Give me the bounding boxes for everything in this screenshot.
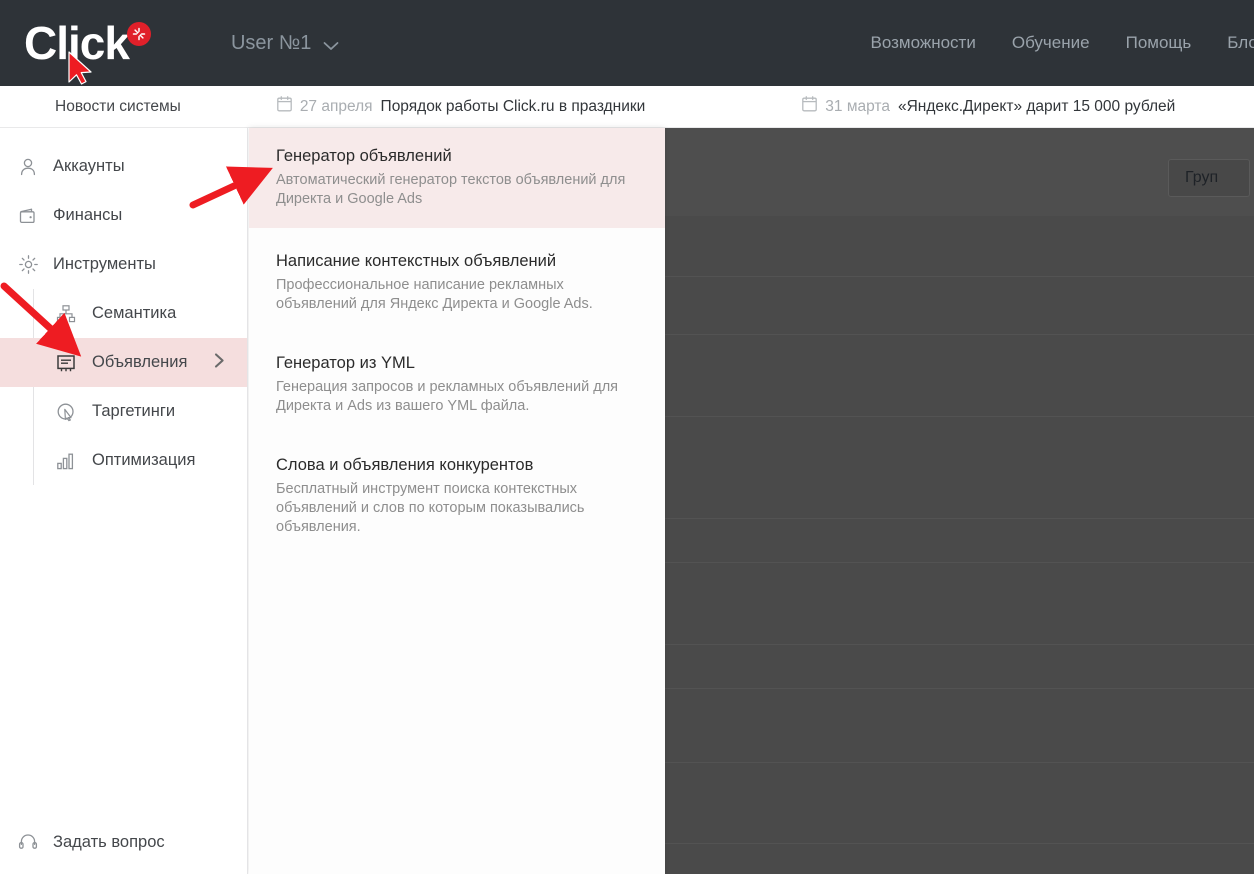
news-bar: Новости системы 27 апреля Порядок работы… (0, 86, 1254, 128)
sidebar-subnav: Семантика Объявления Таргетинги Оптимиза… (0, 289, 247, 485)
sidebar-item-ads[interactable]: Объявления (0, 338, 247, 387)
top-nav-item-help[interactable]: Помощь (1126, 33, 1192, 53)
user-menu-label: User №1 (230, 31, 312, 54)
flyout-item-desc: Бесплатный инструмент поиска контекстных… (276, 481, 585, 535)
gear-icon (18, 254, 44, 275)
chevron-down-icon (323, 38, 339, 50)
news-item-title[interactable]: Порядок работы Click.ru в праздники (381, 98, 646, 116)
calendar-icon (802, 96, 818, 117)
flyout-spacer (249, 330, 665, 338)
groups-button[interactable]: Груп (1168, 159, 1250, 197)
top-nav-item-possibilities[interactable]: Возможности (870, 33, 975, 53)
logo[interactable]: Click (24, 20, 153, 66)
bar-chart-icon (56, 451, 82, 471)
flyout-spacer (249, 432, 665, 440)
sidebar-item-label: Объявления (92, 353, 188, 371)
news-item-title[interactable]: «Яндекс.Директ» дарит 15 000 рублей (898, 98, 1175, 116)
sidebar-item-label: Оптимизация (92, 451, 196, 469)
flyout-item-title: Генератор объявлений (276, 147, 452, 165)
sidebar-item-finance[interactable]: Финансы (0, 191, 247, 240)
sidebar-item-tools[interactable]: Инструменты (0, 240, 247, 289)
flyout-item-title: Слова и объявления конкурентов (276, 456, 534, 474)
top-nav: Возможности Обучение Помощь Блог (870, 33, 1254, 53)
flyout-item-yml-generator[interactable]: Генератор из YML Генерация запросов и ре… (249, 338, 665, 432)
flyout-item-competitor-words[interactable]: Слова и объявления конкурентов Бесплатны… (249, 440, 665, 553)
sidebar-item-targetings[interactable]: Таргетинги (0, 387, 247, 436)
sidebar-item-label: Семантика (92, 304, 177, 322)
news-item[interactable]: 27 апреля Порядок работы Click.ru в праз… (276, 96, 646, 117)
news-item[interactable]: 31 марта «Яндекс.Директ» дарит 15 000 ру… (802, 96, 1175, 117)
news-bar-label: Новости системы (55, 97, 181, 115)
app-root: Click User №1 Возможности Обучение Помощ… (0, 0, 1254, 874)
sitemap-icon (56, 304, 82, 324)
target-cursor-icon (56, 402, 82, 422)
ad-board-icon (56, 353, 82, 373)
sidebar: Аккаунты Финансы Инструменты Семантика О… (0, 128, 248, 874)
sidebar-item-ask-question[interactable]: Задать вопрос (0, 832, 248, 852)
chevron-right-icon (214, 352, 225, 373)
top-nav-item-blog[interactable]: Блог (1227, 33, 1254, 53)
flyout-item-ad-generator[interactable]: Генератор объявлений Автоматический гене… (249, 128, 665, 228)
flyout-item-context-ads-writing[interactable]: Написание контекстных объявлений Професс… (249, 236, 665, 330)
news-item-date: 31 марта (825, 97, 890, 115)
top-header: Click User №1 Возможности Обучение Помощ… (0, 0, 1254, 86)
sidebar-item-label: Финансы (53, 206, 123, 224)
news-item-date: 27 апреля (299, 97, 373, 115)
flyout-item-desc: Автоматический генератор текстов объявле… (276, 172, 626, 207)
flyout-spacer (249, 228, 665, 236)
user-menu[interactable]: User №1 (231, 32, 339, 55)
calendar-icon (276, 96, 292, 117)
flyout-item-title: Написание контекстных объявлений (276, 252, 557, 270)
sidebar-item-label: Таргетинги (92, 402, 176, 420)
logo-text: Click (24, 17, 130, 69)
sidebar-item-label: Задать вопрос (53, 832, 165, 851)
wallet-icon (18, 206, 44, 226)
headset-icon (18, 832, 44, 852)
sidebar-item-semantics[interactable]: Семантика (0, 289, 247, 338)
sidebar-item-accounts[interactable]: Аккаунты (0, 142, 247, 191)
user-icon (18, 157, 44, 177)
top-nav-item-training[interactable]: Обучение (1012, 33, 1090, 53)
sidebar-item-label: Инструменты (53, 255, 156, 273)
flyout-item-desc: Профессиональное написание рекламных объ… (276, 277, 593, 312)
ads-submenu-flyout: Генератор объявлений Автоматический гене… (249, 128, 665, 874)
asterisk-badge-icon (126, 22, 151, 46)
flyout-item-desc: Генерация запросов и рекламных объявлени… (276, 379, 619, 414)
sidebar-item-label: Аккаунты (53, 157, 125, 175)
flyout-item-title: Генератор из YML (276, 354, 415, 372)
sidebar-item-optimization[interactable]: Оптимизация (0, 436, 247, 485)
